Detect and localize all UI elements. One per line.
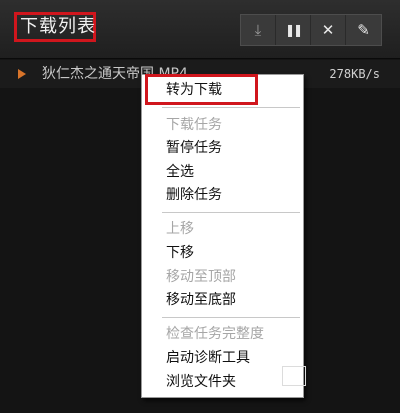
- menu-item-delete-task[interactable]: 删除任务: [166, 184, 222, 206]
- close-icon: ✕: [321, 21, 335, 39]
- clean-button[interactable]: ✎: [346, 15, 381, 45]
- menu-item-move-to-top: 移动至顶部: [166, 269, 236, 285]
- menu-separator: [162, 212, 300, 213]
- watermark-mark: [282, 366, 306, 386]
- menu-item-move-down[interactable]: 下移: [166, 242, 194, 264]
- menu-item-check-integrity: 检查任务完整度: [166, 326, 264, 342]
- menu-item-move-to-bottom[interactable]: 移动至底部: [166, 289, 236, 311]
- play-icon[interactable]: [18, 69, 26, 79]
- download-list-header: 下载列表 ⤓ ❚❚ ✕ ✎: [0, 0, 400, 59]
- page-title: 下载列表: [20, 16, 96, 37]
- close-button[interactable]: ✕: [311, 15, 346, 45]
- menu-item-move-up: 上移: [166, 221, 194, 237]
- menu-highlight-box: [145, 74, 258, 105]
- menu-item-select-all[interactable]: 全选: [166, 161, 194, 183]
- menu-item-browse-folder[interactable]: 浏览文件夹: [166, 371, 236, 393]
- toolbar: ⤓ ❚❚ ✕ ✎: [240, 14, 382, 46]
- download-icon: ⤓: [254, 21, 262, 39]
- download-button[interactable]: ⤓: [241, 15, 276, 45]
- broom-icon: ✎: [357, 21, 370, 39]
- menu-item-download-task: 下载任务: [166, 117, 222, 133]
- context-menu: 转为下载 下载任务 暂停任务 全选 删除任务 上移 下移 移动至顶部 移动至底部…: [141, 74, 304, 398]
- menu-item-launch-diagnostic[interactable]: 启动诊断工具: [166, 347, 250, 369]
- menu-item-pause-task[interactable]: 暂停任务: [166, 137, 222, 159]
- pause-button[interactable]: ❚❚: [276, 15, 311, 45]
- menu-separator: [162, 107, 300, 108]
- pause-icon: ❚❚: [284, 23, 303, 37]
- menu-separator: [162, 317, 300, 318]
- task-speed: 278KB/s: [329, 67, 380, 81]
